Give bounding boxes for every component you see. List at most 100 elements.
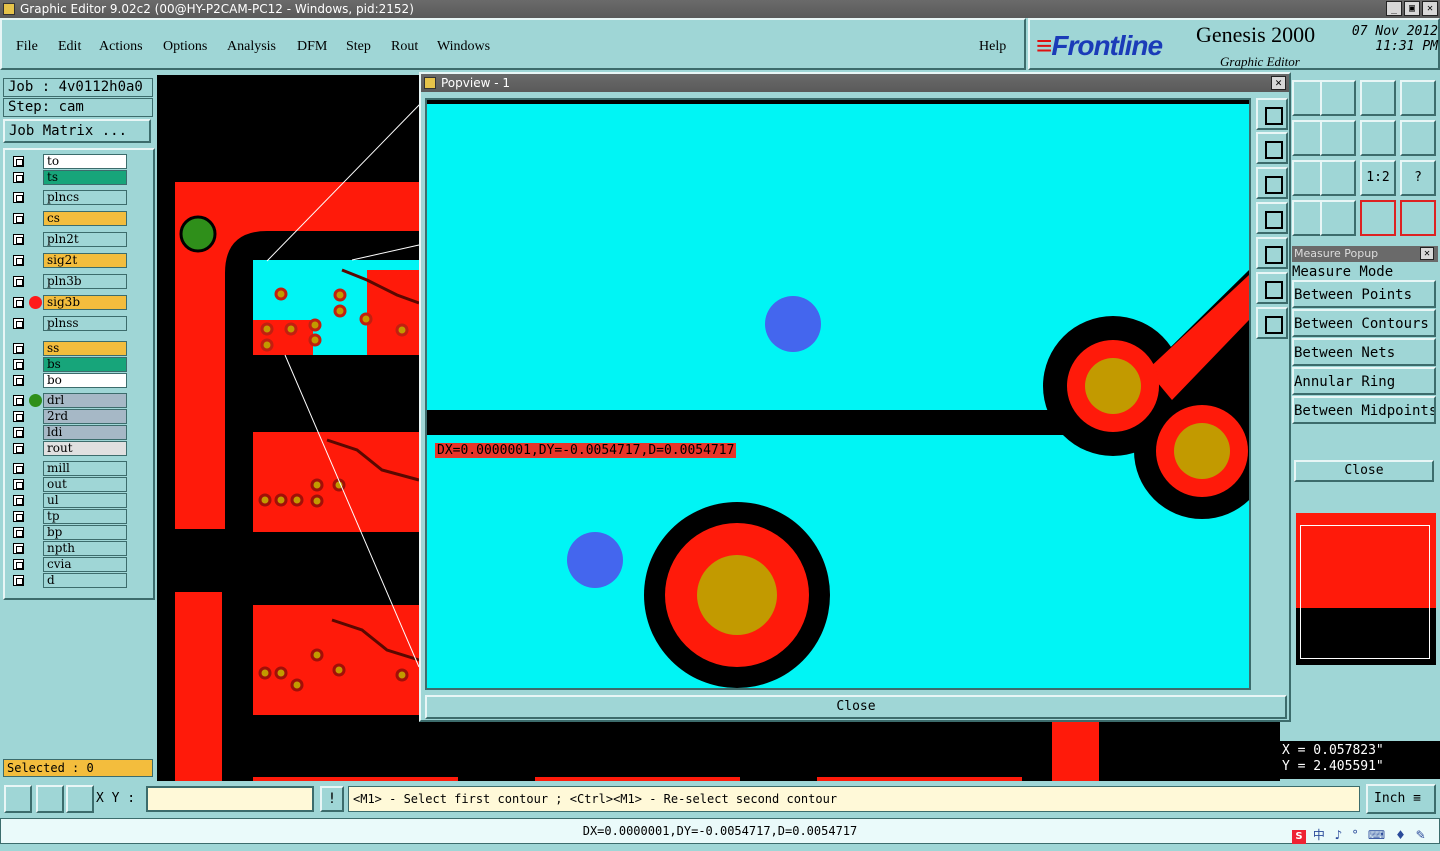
layer-checkbox[interactable] — [13, 479, 24, 490]
menu-actions[interactable]: Actions — [99, 39, 143, 55]
layer-row[interactable]: pln2t — [9, 232, 127, 247]
layer-checkbox[interactable] — [13, 527, 24, 538]
scale-1-2-tool[interactable]: 1:2 — [1360, 160, 1396, 196]
menu-step[interactable]: Step — [346, 39, 371, 55]
layer-name[interactable]: 2rd — [43, 409, 127, 424]
layer-checkbox[interactable] — [13, 213, 24, 224]
pop-up-tool[interactable] — [1256, 132, 1288, 164]
layer-row[interactable]: bo — [9, 373, 127, 388]
layer-row[interactable]: pln3b — [9, 274, 127, 289]
layer-row[interactable]: bp — [9, 525, 127, 540]
pop-fit-tool[interactable] — [1256, 272, 1288, 304]
layer-checkbox[interactable] — [13, 234, 24, 245]
mode-annular-ring[interactable]: Annular Ring — [1292, 367, 1436, 395]
mode-between-points[interactable]: Between Points — [1292, 280, 1436, 308]
layer-name[interactable]: out — [43, 477, 127, 492]
layer-name[interactable]: mill — [43, 461, 127, 476]
layer-row[interactable]: ss — [9, 341, 127, 356]
measure-close-button[interactable]: Close — [1294, 460, 1434, 482]
menu-file[interactable]: File — [16, 39, 38, 55]
layer-name[interactable]: tp — [43, 509, 127, 524]
layer-row[interactable]: to — [9, 154, 127, 169]
layer-name[interactable]: bs — [43, 357, 127, 372]
redraw-tool[interactable] — [1360, 120, 1396, 156]
layer-checkbox[interactable] — [13, 443, 24, 454]
close-window-button[interactable]: ✕ — [1422, 1, 1438, 16]
units-select[interactable]: Inch ≡ — [1366, 784, 1436, 814]
pop-right-tool[interactable] — [1256, 237, 1288, 269]
netlist-tool[interactable] — [1360, 200, 1396, 236]
layer-row[interactable]: cvia — [9, 557, 127, 572]
mode-between-nets[interactable]: Between Nets — [1292, 338, 1436, 366]
layer-name[interactable]: pln2t — [43, 232, 127, 247]
layer-checkbox[interactable] — [13, 463, 24, 474]
home-view-tool[interactable] — [1360, 80, 1396, 116]
layer-checkbox[interactable] — [13, 343, 24, 354]
layer-checkbox[interactable] — [13, 495, 24, 506]
net-compare-tool[interactable] — [1400, 200, 1436, 236]
layer-checkbox[interactable] — [13, 427, 24, 438]
layer-checkbox[interactable] — [13, 359, 24, 370]
pop-center-tool[interactable] — [1256, 307, 1288, 339]
layer-name[interactable]: rout — [43, 441, 127, 456]
layer-checkbox[interactable] — [13, 318, 24, 329]
layer-checkbox[interactable] — [13, 255, 24, 266]
pan-down-tool[interactable] — [1320, 80, 1356, 116]
layer-name[interactable]: ul — [43, 493, 127, 508]
layer-row[interactable]: d — [9, 573, 127, 588]
menu-rout[interactable]: Rout — [391, 39, 418, 55]
tray-icons[interactable]: 中 ♪ ° ⌨ ♦ ✎ — [1313, 828, 1429, 842]
layer-row[interactable]: plnss — [9, 316, 127, 331]
layer-checkbox[interactable] — [13, 543, 24, 554]
layer-checkbox[interactable] — [13, 395, 24, 406]
layer-name[interactable]: ss — [43, 341, 127, 356]
maximize-button[interactable]: ▣ — [1404, 1, 1420, 16]
layer-name[interactable]: sig2t — [43, 253, 127, 268]
layer-row[interactable]: sig2t — [9, 253, 127, 268]
layer-name[interactable]: cs — [43, 211, 127, 226]
menu-edit[interactable]: Edit — [58, 39, 81, 55]
popview-close-button[interactable]: Close — [425, 695, 1287, 719]
layer-name[interactable]: bo — [43, 373, 127, 388]
layer-checkbox[interactable] — [13, 276, 24, 287]
layer-name[interactable]: to — [43, 154, 127, 169]
layer-checkbox[interactable] — [13, 511, 24, 522]
layer-name[interactable]: sig3b — [43, 295, 127, 310]
layer-row[interactable]: plncs — [9, 190, 127, 205]
layer-name[interactable]: npth — [43, 541, 127, 556]
layer-name[interactable]: cvia — [43, 557, 127, 572]
layer-row[interactable]: sig3b — [9, 295, 127, 310]
layer-row[interactable]: mill — [9, 461, 127, 476]
select-tool[interactable] — [4, 785, 32, 813]
menu-windows[interactable]: Windows — [437, 39, 490, 55]
layer-row[interactable]: ldi — [9, 425, 127, 440]
layer-checkbox[interactable] — [13, 172, 24, 183]
layer-checkbox[interactable] — [13, 411, 24, 422]
center-tool[interactable] — [1320, 160, 1356, 196]
menu-options[interactable]: Options — [163, 39, 207, 55]
mode-between-midpoints[interactable]: Between Midpoints — [1292, 396, 1436, 424]
overview-map[interactable] — [1296, 513, 1436, 665]
layer-name[interactable]: bp — [43, 525, 127, 540]
xy-input[interactable] — [146, 786, 314, 812]
layer-row[interactable]: ts — [9, 170, 127, 185]
menu-analysis[interactable]: Analysis — [227, 39, 276, 55]
popview-canvas[interactable]: DX=0.0000001,DY=-0.0054717,D=0.0054717 — [425, 98, 1251, 690]
layer-checkbox[interactable] — [13, 192, 24, 203]
layer-name[interactable]: drl — [43, 393, 127, 408]
pop-left-tool[interactable] — [1256, 202, 1288, 234]
ime-icon[interactable]: S — [1292, 830, 1306, 844]
layer-row[interactable]: cs — [9, 211, 127, 226]
layer-row[interactable]: bs — [9, 357, 127, 372]
layer-row[interactable]: out — [9, 477, 127, 492]
pop-down-tool[interactable] — [1256, 167, 1288, 199]
layer-row[interactable]: tp — [9, 509, 127, 524]
alert-button[interactable]: ! — [320, 786, 344, 812]
popview-close-icon[interactable]: ✕ — [1271, 76, 1286, 90]
mode-between-contours[interactable]: Between Contours — [1292, 309, 1436, 337]
job-matrix-button[interactable]: Job Matrix ... — [3, 119, 151, 143]
layer-row[interactable]: 2rd — [9, 409, 127, 424]
layer-name[interactable]: d — [43, 573, 127, 588]
grid-tool[interactable] — [66, 785, 94, 813]
layer-checkbox[interactable] — [13, 559, 24, 570]
